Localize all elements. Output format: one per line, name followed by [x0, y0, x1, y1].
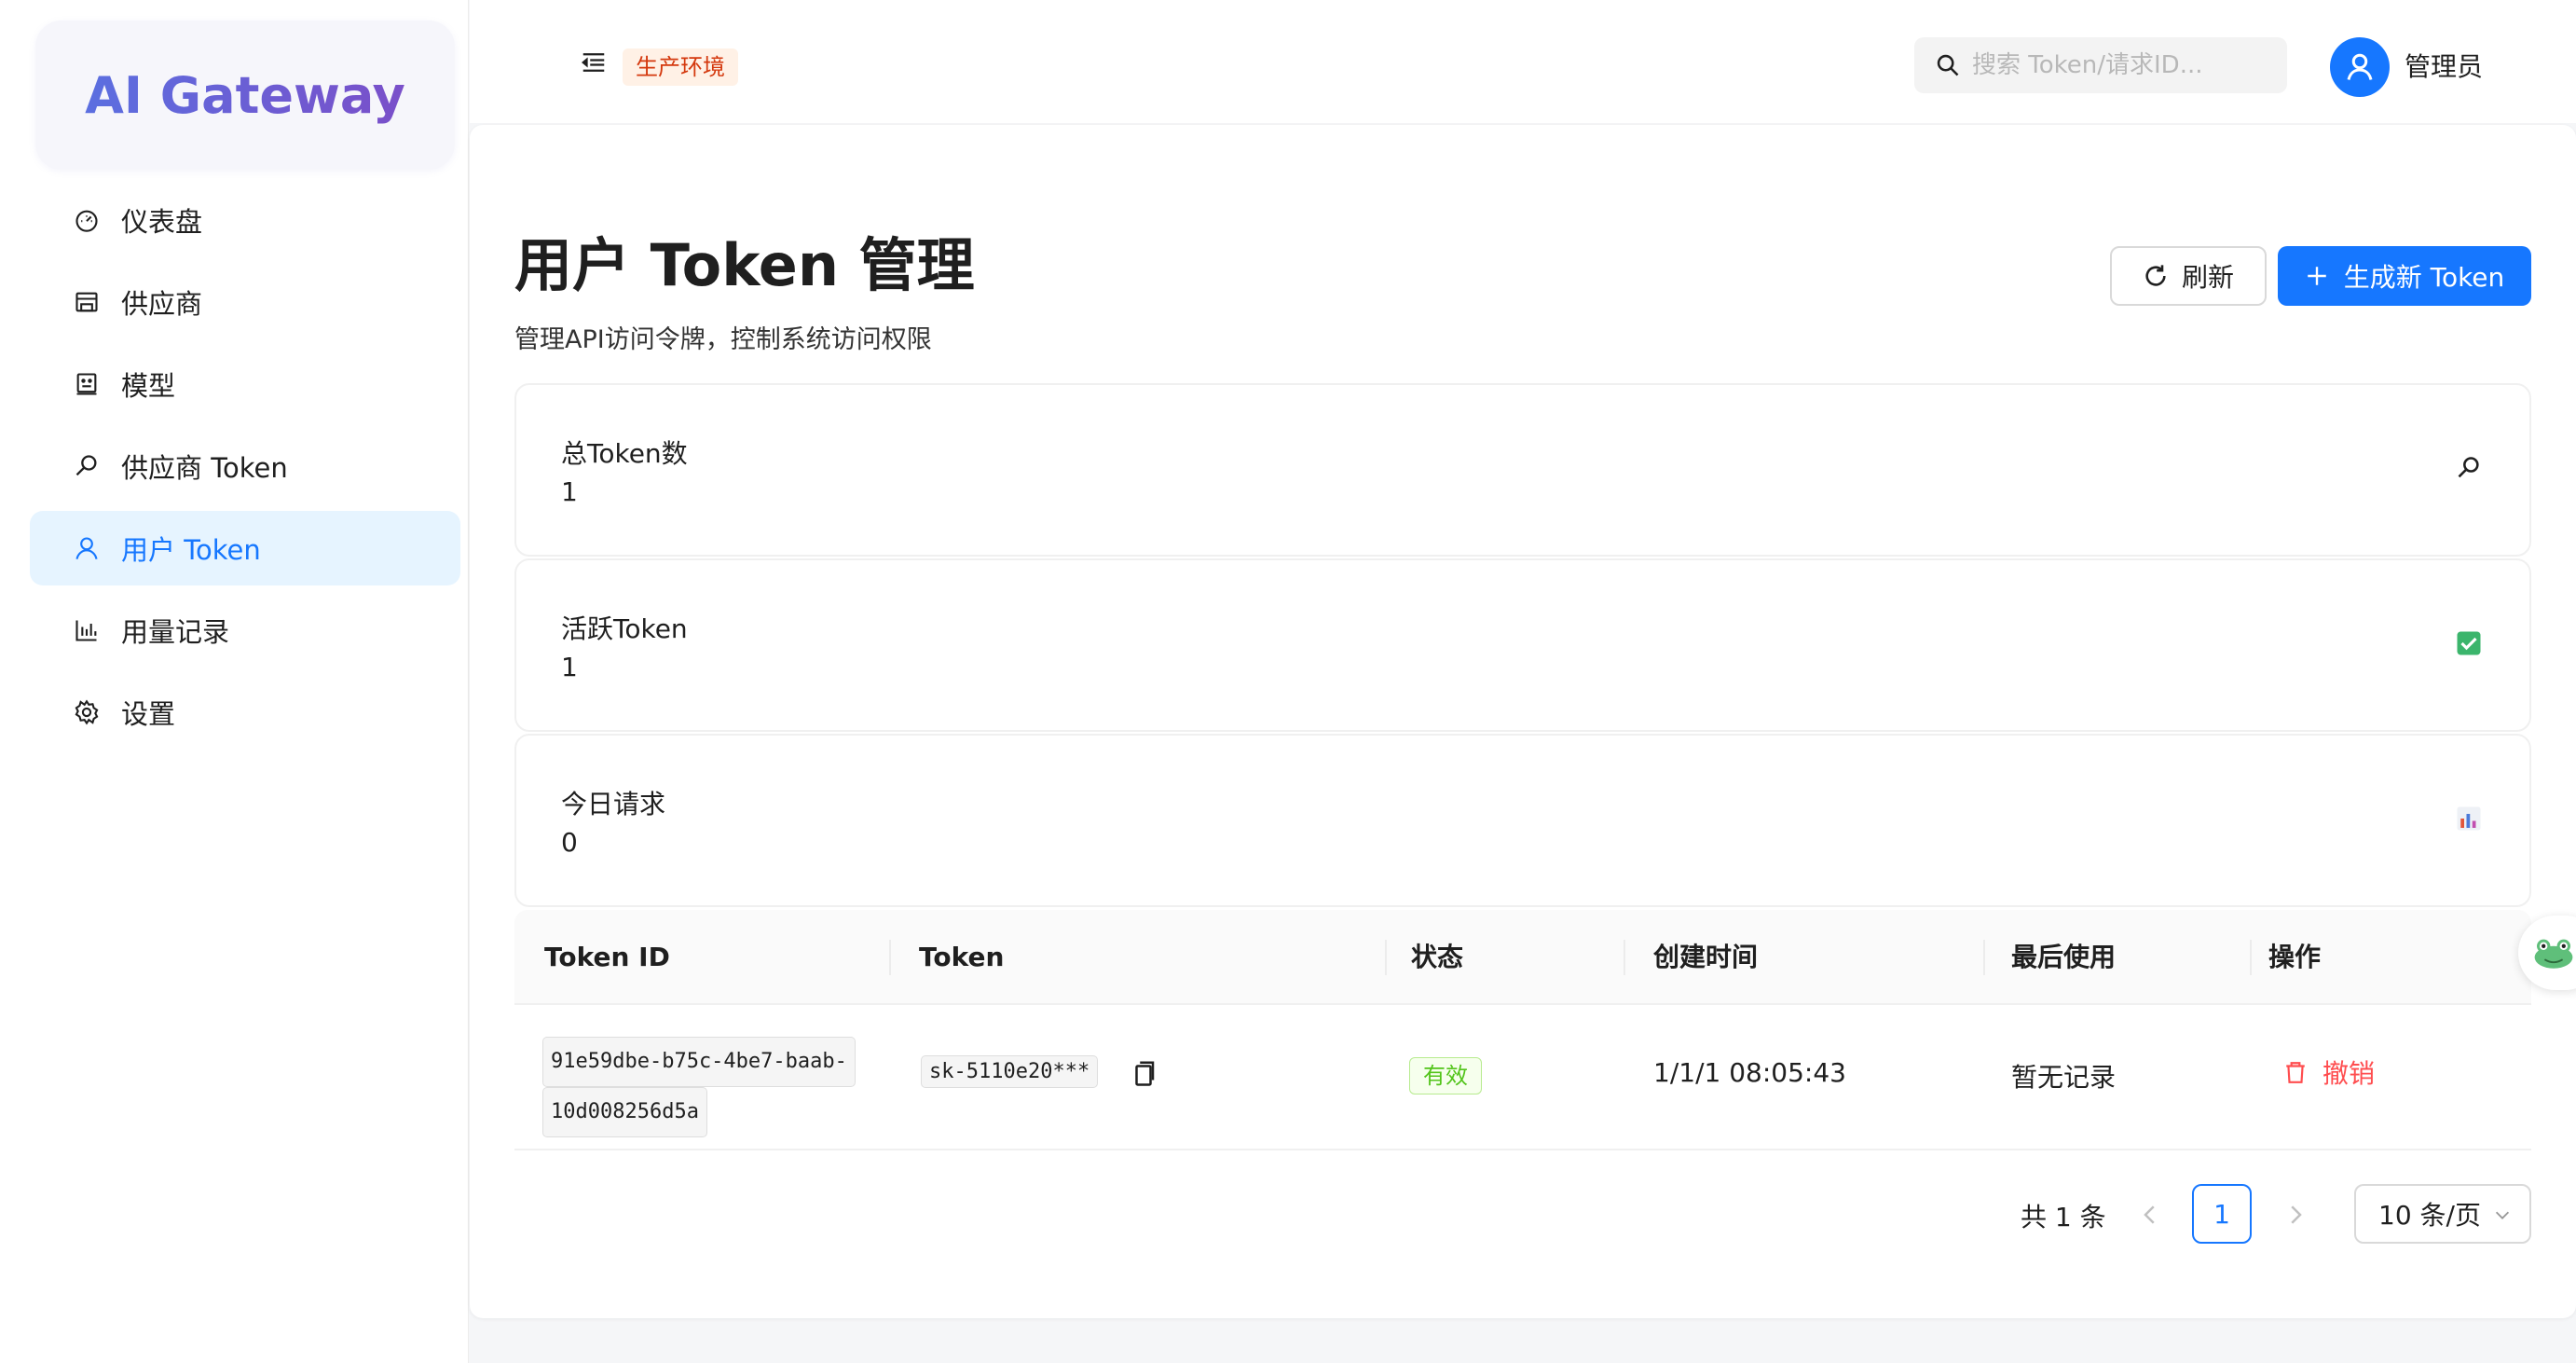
- column-header-token-id[interactable]: Token ID: [544, 910, 670, 1005]
- sidebar-item-label: 用户 Token: [121, 534, 261, 566]
- sidebar-item-usage[interactable]: 用量记录: [30, 593, 460, 668]
- column-divider: [889, 940, 891, 975]
- stat-value: 1: [561, 476, 578, 507]
- sidebar-item-label: 供应商: [121, 288, 203, 320]
- plus-icon: [2307, 267, 2326, 285]
- logo-text: AI Gateway: [85, 65, 405, 125]
- column-header-last-used[interactable]: 最后使用: [2011, 910, 2116, 1005]
- chart-icon: [2455, 805, 2483, 833]
- column-header-token[interactable]: Token: [919, 910, 1004, 1005]
- sidebar-item-label: 设置: [121, 698, 176, 730]
- sidebar-item-label: 仪表盘: [121, 206, 203, 238]
- user-icon: [73, 534, 101, 562]
- page-size-select[interactable]: 10 条/页: [2354, 1184, 2531, 1244]
- stat-card-today: 今日请求 0: [514, 734, 2531, 907]
- env-badge: 生产环境: [623, 48, 738, 86]
- search-input[interactable]: [1972, 51, 2280, 79]
- sidebar-item-label: 模型: [121, 370, 176, 402]
- sidebar: AI Gateway 仪表盘 供应商 模型 供应商 Token 用户 Token…: [0, 0, 469, 1363]
- created-time: 1/1/1 08:05:43: [1653, 1057, 1846, 1088]
- robot-icon: [73, 370, 101, 398]
- stat-value: 0: [561, 827, 578, 858]
- key-icon: [73, 452, 101, 480]
- page-size-value: 10 条/页: [2378, 1200, 2481, 1231]
- copy-icon[interactable]: [1130, 1057, 1158, 1089]
- chevron-down-icon: [2495, 1211, 2510, 1219]
- shop-icon: [73, 288, 101, 316]
- sidebar-item-models[interactable]: 模型: [30, 347, 460, 421]
- stat-label: 总Token数: [561, 438, 688, 469]
- stat-card-total: 总Token数 1: [514, 383, 2531, 557]
- pagination: 共 1 条 1 10 条/页: [470, 1184, 2576, 1246]
- sidebar-nav: 仪表盘 供应商 模型 供应商 Token 用户 Token 用量记录 设置: [30, 183, 460, 757]
- reload-icon: [2145, 265, 2166, 286]
- delete-icon: [2286, 1062, 2305, 1083]
- gear-icon: [73, 698, 101, 726]
- pagination-total: 共 1 条: [2021, 1202, 2106, 1232]
- stat-label: 活跃Token: [561, 613, 688, 644]
- column-header-status[interactable]: 状态: [1411, 910, 1463, 1005]
- user-name[interactable]: 管理员: [2405, 47, 2483, 84]
- search-icon: [1937, 54, 1959, 76]
- token-value: sk-5110e20***: [921, 1055, 1099, 1088]
- column-divider: [1385, 940, 1387, 975]
- column-header-created[interactable]: 创建时间: [1653, 910, 1758, 1005]
- search-box[interactable]: [1914, 37, 2287, 93]
- sidebar-item-label: 用量记录: [121, 616, 230, 648]
- page-description: 管理API访问令牌，控制系统访问权限: [514, 325, 932, 354]
- revoke-button[interactable]: 撤销: [2283, 1053, 2375, 1091]
- key-icon: [2455, 454, 2483, 482]
- column-header-actions[interactable]: 操作: [2268, 910, 2321, 1005]
- page-number-current[interactable]: 1: [2192, 1184, 2252, 1244]
- avatar[interactable]: [2330, 37, 2390, 97]
- menu-fold-icon[interactable]: [578, 48, 610, 76]
- new-token-label: 生成新 Token: [2343, 262, 2505, 293]
- frog-icon: [2534, 939, 2573, 969]
- top-header: 生产环境 管理员: [470, 0, 2576, 123]
- token-id-cell: 91e59dbe-b75c-4be7-baab- 10d008256d5a: [542, 1037, 859, 1137]
- table-row: 91e59dbe-b75c-4be7-baab- 10d008256d5a sk…: [514, 1005, 2531, 1150]
- stat-value: 1: [561, 652, 578, 682]
- stat-label: 今日请求: [561, 789, 666, 819]
- sidebar-item-user-token[interactable]: 用户 Token: [30, 511, 460, 585]
- sidebar-item-settings[interactable]: 设置: [30, 675, 460, 750]
- token-id-part: 10d008256d5a: [542, 1087, 707, 1137]
- column-divider: [1624, 940, 1625, 975]
- dashboard-icon: [73, 206, 101, 234]
- check-box-icon: [2455, 629, 2483, 657]
- token-id-part: 91e59dbe-b75c-4be7-baab-: [542, 1037, 856, 1087]
- page-title: 用户 Token 管理: [514, 231, 975, 299]
- main-content: 用户 Token 管理 管理API访问令牌，控制系统访问权限 刷新 生成新 To…: [470, 125, 2576, 1318]
- chevron-left-icon[interactable]: [2136, 1201, 2164, 1229]
- token-table: Token ID Token 状态 创建时间 最后使用 操作 91e59dbe-…: [514, 910, 2531, 1150]
- sidebar-item-providers[interactable]: 供应商: [30, 265, 460, 339]
- column-divider: [2250, 940, 2252, 975]
- sidebar-item-label: 供应商 Token: [121, 452, 288, 484]
- sidebar-item-provider-token[interactable]: 供应商 Token: [30, 429, 460, 503]
- logo[interactable]: AI Gateway: [35, 21, 455, 170]
- sidebar-item-dashboard[interactable]: 仪表盘: [30, 183, 460, 257]
- table-header: Token ID Token 状态 创建时间 最后使用 操作: [514, 910, 2531, 1005]
- refresh-label: 刷新: [2181, 262, 2234, 293]
- new-token-button[interactable]: 生成新 Token: [2278, 246, 2531, 306]
- status-badge: 有效: [1409, 1057, 1482, 1095]
- revoke-label: 撤销: [2323, 1058, 2376, 1089]
- last-used: 暂无记录: [2011, 1062, 2117, 1093]
- bar-chart-icon: [73, 616, 101, 644]
- chevron-right-icon[interactable]: [2281, 1201, 2309, 1229]
- refresh-button[interactable]: 刷新: [2110, 246, 2267, 306]
- user-icon: [2347, 53, 2373, 80]
- column-divider: [1983, 940, 1985, 975]
- stat-card-active: 活跃Token 1: [514, 558, 2531, 732]
